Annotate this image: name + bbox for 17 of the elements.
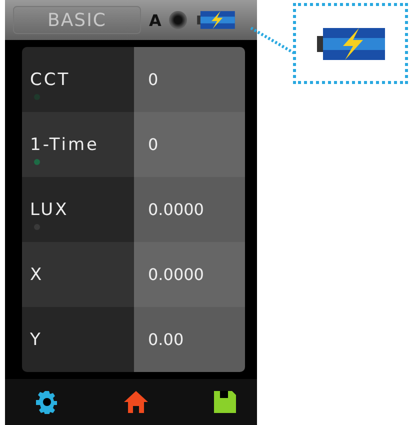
row-label: Y	[30, 330, 42, 350]
value-cell: 0	[134, 47, 245, 112]
mode-label: A	[149, 10, 162, 30]
row-label: 1-Time	[30, 134, 99, 154]
battery-charging-icon	[316, 26, 384, 62]
round-button-icon[interactable]	[169, 11, 188, 29]
gear-icon[interactable]	[35, 390, 59, 414]
row-label: X	[30, 264, 44, 284]
value-cell: 0.0000	[134, 177, 245, 242]
row-label: CCT	[30, 70, 70, 90]
home-icon[interactable]	[123, 390, 149, 414]
value-cell: 0.0000	[134, 242, 245, 307]
value-cell: 0	[134, 112, 245, 177]
battery-charging-icon	[195, 10, 238, 30]
row-label: LUX	[30, 200, 69, 220]
value-cell: 0.00	[134, 307, 245, 372]
basic-tab[interactable]: BASIC	[13, 6, 141, 34]
